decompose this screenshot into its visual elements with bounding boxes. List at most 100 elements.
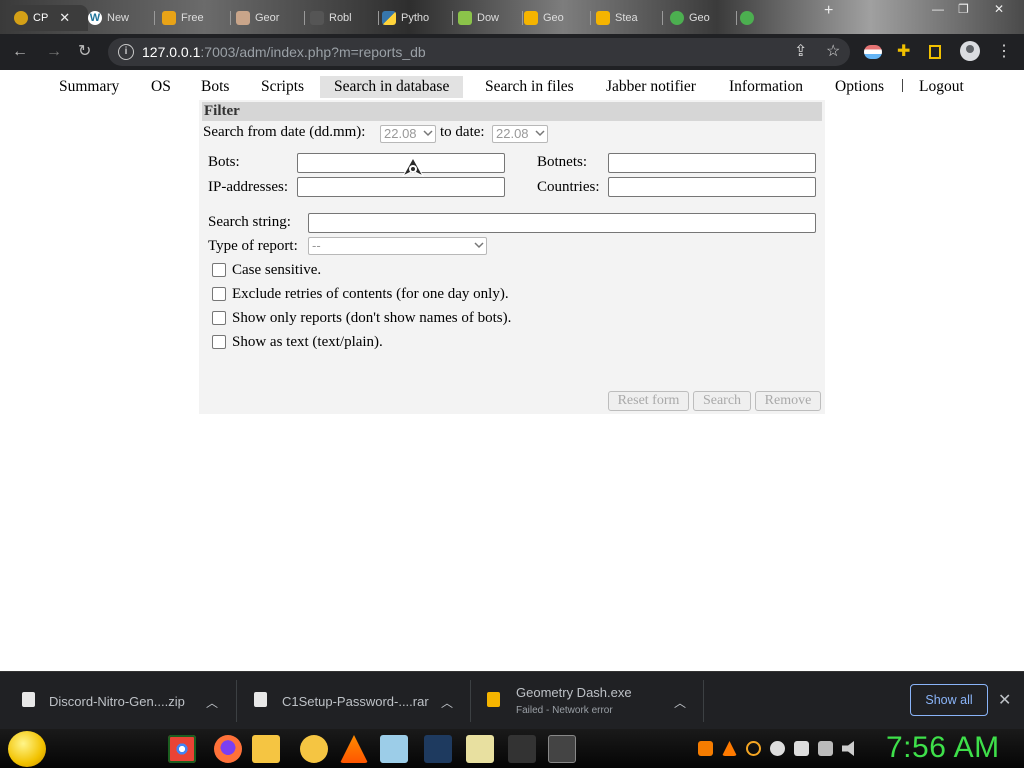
- profile-avatar[interactable]: [960, 41, 980, 61]
- botnets-input[interactable]: [608, 153, 816, 173]
- tab-geor[interactable]: Geor: [236, 5, 305, 31]
- minimize-icon[interactable]: —: [932, 2, 944, 16]
- extension-flag-icon[interactable]: [864, 45, 882, 59]
- reset-form-button[interactable]: Reset form: [608, 391, 689, 411]
- chevron-up-icon[interactable]: ︿: [441, 694, 453, 711]
- tab-label: Geor: [255, 12, 280, 24]
- url-text: 127.0.0.1:7003/adm/index.php?m=reports_d…: [142, 44, 426, 60]
- nav-bots[interactable]: Bots: [201, 76, 229, 98]
- new-tab-icon[interactable]: +: [824, 2, 833, 20]
- show-only-reports-checkbox[interactable]: [212, 311, 226, 325]
- avatar-icon: [236, 11, 250, 25]
- notepad-icon[interactable]: [380, 735, 408, 763]
- nav-jabber-notifier[interactable]: Jabber notifier: [606, 76, 696, 98]
- python-icon: [382, 11, 396, 25]
- vlc-tray-icon[interactable]: [722, 741, 737, 756]
- tab-label: Pytho: [401, 12, 430, 24]
- firefox-icon[interactable]: [214, 735, 242, 763]
- download-item-failed[interactable]: Geometry Dash.exe Failed - Network error…: [471, 672, 703, 730]
- close-icon[interactable]: ✕: [59, 10, 70, 26]
- case-sensitive-checkbox[interactable]: [212, 263, 226, 277]
- search-string-label: Search string:: [208, 214, 291, 230]
- nav-information[interactable]: Information: [729, 76, 803, 98]
- taskbar: 7:56 AM: [0, 729, 1024, 768]
- show-as-text-checkbox[interactable]: [212, 335, 226, 349]
- start-button[interactable]: [8, 731, 46, 767]
- forward-icon[interactable]: →: [46, 43, 62, 61]
- cursor-icon: [401, 156, 425, 178]
- bluetooth-icon[interactable]: [424, 735, 452, 763]
- chrome-icon[interactable]: [168, 735, 196, 763]
- ip-addresses-input[interactable]: [297, 177, 505, 197]
- browser-tab-strip: CP ✕ W New Free Geor Robl Pytho Dow Geo …: [0, 0, 1024, 34]
- close-icon[interactable]: ✕: [998, 690, 1011, 710]
- folder-icon[interactable]: [252, 735, 280, 763]
- show-as-text-label: Show as text (text/plain).: [232, 334, 383, 350]
- wordpress-icon: W: [88, 11, 102, 25]
- share-icon[interactable]: ⇪: [794, 43, 807, 61]
- restore-icon[interactable]: ❐: [958, 2, 969, 16]
- download-filename: Geometry Dash.exe: [516, 685, 632, 700]
- date-from-label: Search from date (dd.mm):: [203, 124, 366, 140]
- nav-scripts[interactable]: Scripts: [261, 76, 304, 98]
- 7zip-icon[interactable]: [508, 735, 536, 763]
- smiley-icon[interactable]: [300, 735, 328, 763]
- nav-logout[interactable]: Logout: [919, 76, 964, 98]
- page-content: Summary OS Bots Scripts Search in databa…: [0, 70, 1024, 670]
- bookmark-star-icon[interactable]: ☆: [826, 43, 840, 61]
- tab-robl[interactable]: Robl: [310, 5, 379, 31]
- address-bar[interactable]: i 127.0.0.1:7003/adm/index.php?m=reports…: [108, 38, 850, 66]
- tab-label: New: [107, 12, 130, 24]
- tab-cp[interactable]: CP ✕: [8, 5, 88, 31]
- vlc-icon[interactable]: [340, 735, 368, 763]
- nav-os[interactable]: OS: [151, 76, 171, 98]
- tab-label: Robl: [329, 12, 352, 24]
- terminal-icon[interactable]: [548, 735, 576, 763]
- countries-input[interactable]: [608, 177, 816, 197]
- network-icon[interactable]: [770, 741, 785, 756]
- chevron-up-icon[interactable]: ︿: [674, 694, 686, 711]
- nav-search-in-files[interactable]: Search in files: [485, 76, 574, 98]
- crown-icon: [524, 11, 538, 25]
- download-item[interactable]: Discord-Nitro-Gen....zip ︿: [0, 672, 236, 730]
- back-icon[interactable]: ←: [12, 43, 28, 61]
- tab-new[interactable]: W New: [88, 5, 155, 31]
- taskbar-clock[interactable]: 7:56 AM: [886, 731, 1000, 765]
- site-info-icon[interactable]: i: [118, 44, 134, 60]
- search-icon[interactable]: [746, 741, 761, 756]
- nav-summary[interactable]: Summary: [59, 76, 119, 98]
- exclude-retries-checkbox[interactable]: [212, 287, 226, 301]
- tab-extra[interactable]: [740, 5, 760, 31]
- extensions-puzzle-icon[interactable]: ✚: [897, 43, 910, 61]
- search-string-input[interactable]: [308, 213, 816, 233]
- show-all-button[interactable]: Show all: [910, 684, 988, 716]
- nav-search-in-database[interactable]: Search in database: [320, 76, 464, 98]
- xampp-icon[interactable]: [698, 741, 713, 756]
- tab-geo-2[interactable]: Geo: [670, 5, 737, 31]
- tab-free[interactable]: Free: [162, 5, 231, 31]
- window-close-icon[interactable]: ✕: [994, 2, 1004, 16]
- date-to-select[interactable]: 22.08: [492, 125, 548, 143]
- shield-icon: [740, 11, 754, 25]
- download-status: Failed - Network error: [516, 705, 613, 716]
- nav-options[interactable]: Options: [835, 76, 884, 98]
- download-item[interactable]: C1Setup-Password-....rar ︿: [237, 672, 470, 730]
- tab-geo-1[interactable]: Geo: [524, 5, 591, 31]
- menu-dots-icon[interactable]: ⋮: [996, 43, 1012, 61]
- type-of-report-select[interactable]: --: [308, 237, 487, 255]
- chevron-up-icon[interactable]: ︿: [206, 694, 218, 711]
- sidebar-icon[interactable]: [929, 45, 941, 59]
- date-from-select[interactable]: 22.08: [380, 125, 436, 143]
- notes-icon[interactable]: [466, 735, 494, 763]
- tab-label: Geo: [689, 12, 710, 24]
- display-icon[interactable]: [818, 741, 833, 756]
- tab-python[interactable]: Pytho: [382, 5, 453, 31]
- flag-icon[interactable]: [794, 741, 809, 756]
- speaker-icon[interactable]: [842, 741, 854, 756]
- reload-icon[interactable]: ↻: [78, 43, 91, 61]
- tab-dow[interactable]: Dow: [458, 5, 523, 31]
- tab-stea[interactable]: Stea: [596, 5, 663, 31]
- remove-button[interactable]: Remove: [755, 391, 821, 411]
- search-button[interactable]: Search: [693, 391, 751, 411]
- zip-file-icon: [22, 692, 35, 707]
